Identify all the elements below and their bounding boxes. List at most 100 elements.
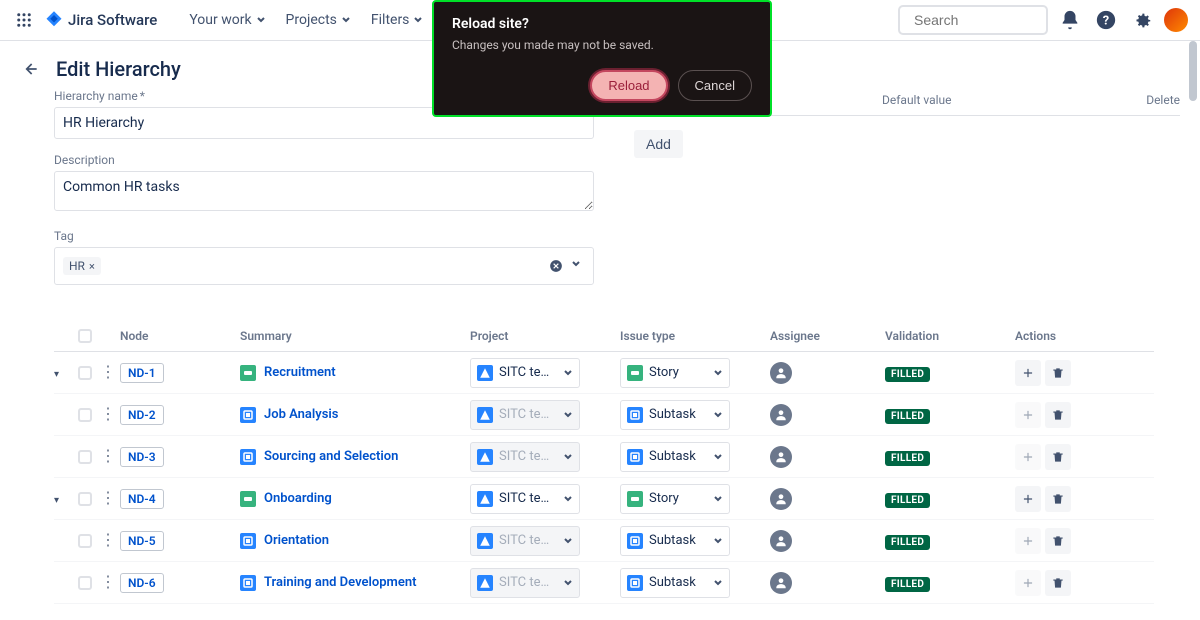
summary-link[interactable]: Job Analysis (264, 407, 338, 422)
validation-badge: FILLED (885, 409, 930, 424)
summary-link[interactable]: Recruitment (264, 365, 336, 380)
row-checkbox[interactable] (78, 534, 92, 548)
description-input[interactable] (54, 171, 594, 211)
project-select: SITC temp (470, 526, 580, 556)
issue-type-select[interactable]: Story (620, 358, 730, 388)
table-row: ⋮ ND-2 Job Analysis SITC template p Subt… (54, 394, 1154, 436)
assignee-avatar[interactable] (770, 530, 792, 552)
jira-logo[interactable]: Jira Software (44, 10, 157, 30)
row-checkbox[interactable] (78, 450, 92, 464)
search-input[interactable] (914, 12, 1095, 28)
expand-toggle-icon[interactable]: ▾ (54, 495, 59, 506)
issue-type-select[interactable]: Subtask (620, 526, 730, 556)
nav-filters[interactable]: Filters (363, 6, 432, 34)
drag-handle-icon[interactable]: ⋮ (100, 446, 116, 465)
nav-your-work[interactable]: Your work (181, 6, 273, 34)
validation-badge: FILLED (885, 577, 930, 592)
assignee-avatar[interactable] (770, 446, 792, 468)
table-row: ⋮ ND-6 Training and Development SITC tem… (54, 562, 1154, 604)
reload-button[interactable]: Reload (590, 70, 667, 101)
delete-row-button[interactable] (1045, 444, 1071, 470)
subtask-icon (240, 575, 256, 591)
node-link[interactable]: ND-1 (120, 363, 164, 383)
subtask-icon (627, 407, 643, 423)
subtask-icon (627, 533, 643, 549)
settings-icon[interactable] (1128, 6, 1156, 34)
drag-handle-icon[interactable]: ⋮ (100, 488, 116, 507)
expand-toggle-icon[interactable]: ▾ (54, 369, 59, 380)
node-link[interactable]: ND-2 (120, 405, 164, 425)
delete-row-button[interactable] (1045, 570, 1071, 596)
add-child-button (1015, 528, 1041, 554)
delete-row-button[interactable] (1045, 402, 1071, 428)
row-checkbox[interactable] (78, 492, 92, 506)
apps-switcher-icon[interactable] (12, 8, 36, 32)
project-select: SITC template p (470, 442, 580, 472)
validation-badge: FILLED (885, 367, 930, 382)
summary-link[interactable]: Sourcing and Selection (264, 449, 398, 464)
logo-text: Jira Software (68, 11, 157, 29)
add-child-button (1015, 570, 1041, 596)
search-box[interactable] (898, 5, 1048, 35)
drag-handle-icon[interactable]: ⋮ (100, 404, 116, 423)
tag-dropdown-icon[interactable] (571, 259, 585, 273)
project-select: SITC temp (470, 568, 580, 598)
add-child-button[interactable] (1015, 486, 1041, 512)
add-attribute-button[interactable]: Add (634, 130, 683, 158)
back-icon[interactable] (20, 59, 40, 79)
chevron-down-icon (563, 368, 573, 378)
node-link[interactable]: ND-5 (120, 531, 164, 551)
project-icon (477, 449, 493, 465)
validation-badge: FILLED (885, 451, 930, 466)
user-avatar[interactable] (1164, 8, 1188, 32)
summary-link[interactable]: Training and Development (264, 575, 416, 590)
delete-row-button[interactable] (1045, 528, 1071, 554)
row-checkbox[interactable] (78, 576, 92, 590)
description-label: Description (54, 153, 594, 167)
project-select[interactable]: SITC template p (470, 358, 580, 388)
table-row: ⋮ ND-3 Sourcing and Selection SITC templ… (54, 436, 1154, 478)
dialog-message: Changes you made may not be saved. (452, 38, 752, 52)
scrollbar[interactable] (1189, 41, 1197, 101)
chevron-down-icon (563, 494, 573, 504)
row-checkbox[interactable] (78, 408, 92, 422)
drag-handle-icon[interactable]: ⋮ (100, 362, 116, 381)
node-link[interactable]: ND-3 (120, 447, 164, 467)
chevron-down-icon (563, 452, 573, 462)
delete-row-button[interactable] (1045, 486, 1071, 512)
node-link[interactable]: ND-4 (120, 489, 164, 509)
project-select[interactable]: SITC temp (470, 484, 580, 514)
table-row: ⋮ ND-5 Orientation SITC temp Subtask FIL… (54, 520, 1154, 562)
issue-type-select[interactable]: Subtask (620, 442, 730, 472)
assignee-avatar[interactable] (770, 488, 792, 510)
row-checkbox[interactable] (78, 366, 92, 380)
delete-row-button[interactable] (1045, 360, 1071, 386)
drag-handle-icon[interactable]: ⋮ (100, 530, 116, 549)
story-icon (240, 491, 256, 507)
chevron-down-icon (563, 536, 573, 546)
project-icon (477, 407, 493, 423)
assignee-avatar[interactable] (770, 362, 792, 384)
cancel-button[interactable]: Cancel (678, 70, 752, 101)
summary-link[interactable]: Orientation (264, 533, 329, 548)
add-child-button[interactable] (1015, 360, 1041, 386)
reload-confirm-dialog: Reload site? Changes you made may not be… (432, 0, 772, 117)
clear-tags-icon[interactable] (549, 259, 563, 273)
drag-handle-icon[interactable]: ⋮ (100, 572, 116, 591)
node-link[interactable]: ND-6 (120, 573, 164, 593)
select-all-checkbox[interactable] (78, 329, 92, 343)
assignee-avatar[interactable] (770, 572, 792, 594)
chevron-down-icon (713, 368, 723, 378)
summary-link[interactable]: Onboarding (264, 491, 332, 506)
tag-input[interactable]: HR× (54, 247, 594, 285)
chevron-down-icon (713, 494, 723, 504)
assignee-avatar[interactable] (770, 404, 792, 426)
issue-type-select[interactable]: Story (620, 484, 730, 514)
issue-type-select[interactable]: Subtask (620, 400, 730, 430)
nav-projects[interactable]: Projects (278, 6, 359, 34)
remove-tag-icon[interactable]: × (89, 260, 95, 273)
help-icon[interactable]: ? (1092, 6, 1120, 34)
issue-type-select[interactable]: Subtask (620, 568, 730, 598)
table-header-row: Node Summary Project Issue type Assignee… (54, 321, 1154, 352)
validation-badge: FILLED (885, 535, 930, 550)
